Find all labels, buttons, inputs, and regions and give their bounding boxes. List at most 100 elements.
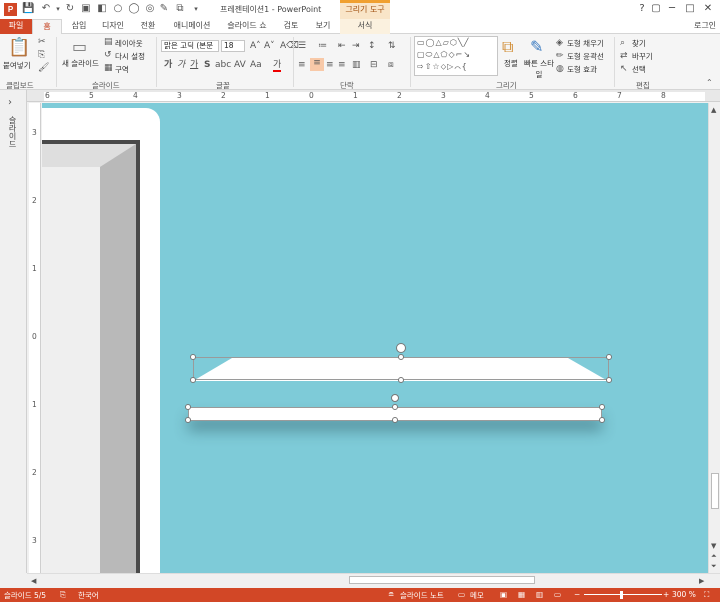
scroll-right-icon[interactable]: ▶ (699, 576, 704, 586)
replace-button-label[interactable]: 바꾸기 (632, 51, 653, 62)
vertical-scroll-thumb[interactable] (711, 473, 719, 509)
resize-handle[interactable] (185, 417, 191, 423)
underline-icon[interactable]: 가 (190, 60, 198, 70)
change-case-icon[interactable]: Aa (250, 60, 262, 70)
shape-outline-icon[interactable]: ✏ (556, 51, 564, 61)
grow-font-icon[interactable]: A˄ (250, 41, 261, 51)
resize-handle[interactable] (599, 417, 605, 423)
circle-quick-icon[interactable]: ◯ (128, 3, 140, 15)
resize-handle[interactable] (190, 377, 196, 383)
close-icon[interactable]: ✕ (700, 2, 716, 16)
zoom-in-icon[interactable]: + (663, 590, 669, 599)
zoom-level[interactable]: 300 % (672, 590, 696, 599)
touch-mode-icon[interactable]: ◧ (96, 3, 108, 15)
shapes-quick-icon[interactable]: ○ (112, 3, 124, 15)
decrease-indent-icon[interactable]: ⇤ (338, 41, 346, 51)
slide-canvas[interactable] (42, 103, 708, 573)
horizontal-scrollbar[interactable]: ◀ ▶ (27, 573, 720, 586)
resize-handle[interactable] (606, 377, 612, 383)
collapse-ribbon-icon[interactable]: ⌃ (706, 78, 713, 88)
layout-button-label[interactable]: 레이아웃 (115, 38, 143, 49)
align-right-icon[interactable]: ≡ (326, 60, 334, 70)
redo-icon[interactable]: ↻ (64, 3, 76, 15)
slide-sorter-icon[interactable]: ▦ (518, 590, 525, 599)
resize-handle[interactable] (398, 377, 404, 383)
group-icon[interactable]: ⧉ (174, 3, 186, 15)
text-shadow-icon[interactable]: S (204, 60, 210, 70)
font-size-combo[interactable]: 18 (221, 40, 245, 52)
customize-qat-icon[interactable]: ▾ (190, 3, 202, 15)
shapes-gallery[interactable]: ▭◯△▱⬡╲╱ ▢⬭△⬠◇⌐↘ ⇨⇧☆⬦▷⌒{ (414, 36, 498, 76)
rotate-handle-icon[interactable] (391, 394, 399, 402)
next-slide-icon[interactable]: ⏷ (711, 561, 717, 571)
new-slide-icon[interactable]: ▭ (72, 38, 87, 56)
resize-handle[interactable] (392, 417, 398, 423)
previous-slide-icon[interactable]: ⏶ (711, 551, 717, 561)
shape-effects-icon[interactable]: ◍ (556, 64, 564, 74)
font-name-combo[interactable]: 맑은 고딕 (본문 (161, 40, 219, 52)
bullets-icon[interactable]: ☰ (298, 41, 306, 51)
normal-view-icon[interactable]: ▣ (500, 590, 507, 599)
ribbon-display-icon[interactable]: ▢ (648, 2, 664, 16)
numbering-icon[interactable]: ≔ (318, 41, 327, 51)
arrange-button-label[interactable]: 정렬 (504, 58, 518, 69)
scroll-left-icon[interactable]: ◀ (31, 576, 36, 586)
justify-icon[interactable]: ≡ (338, 60, 346, 70)
spell-check-icon[interactable]: ⎘ (60, 590, 66, 600)
font-color-icon[interactable]: 가 (273, 60, 282, 72)
scroll-up-icon[interactable]: ▲ (711, 105, 716, 115)
resize-handle[interactable] (185, 404, 191, 410)
paste-icon[interactable]: 📋 (8, 38, 30, 58)
align-center-icon[interactable]: ≡ (310, 58, 324, 71)
smartart-icon[interactable]: ⧈ (388, 60, 394, 70)
paste-button-label[interactable]: 붙여넣기 (3, 60, 31, 71)
clear-formatting-icon[interactable]: A⌫ (280, 41, 299, 51)
select-icon[interactable]: ↖ (620, 64, 628, 74)
shrink-font-icon[interactable]: A˅ (264, 41, 275, 51)
align-text-icon[interactable]: ⊟ (370, 60, 378, 70)
resize-handle[interactable] (398, 354, 404, 360)
layout-icon[interactable]: ▤ (104, 37, 113, 47)
format-painter-icon[interactable]: 🖌 (38, 63, 49, 73)
resize-handle[interactable] (606, 354, 612, 360)
line-spacing-icon[interactable]: ↕ (368, 41, 376, 51)
find-button-label[interactable]: 찾기 (632, 38, 646, 49)
notes-icon[interactable]: ≘ (388, 590, 394, 599)
language-indicator[interactable]: 한국어 (78, 590, 99, 601)
zoom-slider-thumb[interactable] (620, 591, 623, 599)
expand-pane-icon[interactable]: › (8, 98, 12, 108)
start-from-beginning-icon[interactable]: ▣ (80, 3, 92, 15)
tab-review[interactable]: 검토 (278, 19, 304, 34)
tab-slideshow[interactable]: 슬라이드 쇼 (222, 19, 272, 34)
shape-fill-icon[interactable]: ◈ (556, 38, 563, 48)
section-icon[interactable]: ▦ (104, 63, 113, 73)
slideshow-view-icon[interactable]: ▭ (554, 590, 561, 599)
fit-to-window-icon[interactable]: ⛶ (704, 590, 709, 600)
italic-icon[interactable]: 가 (177, 60, 185, 70)
bold-icon[interactable]: 가 (164, 60, 172, 70)
reset-button-label[interactable]: 다시 설정 (115, 51, 145, 62)
object-quick-icon[interactable]: ◎ (144, 3, 156, 15)
rotate-handle-icon[interactable] (396, 343, 406, 353)
zoom-slider[interactable] (584, 594, 662, 595)
increase-indent-icon[interactable]: ⇥ (352, 41, 360, 51)
resize-handle[interactable] (599, 404, 605, 410)
horizontal-scroll-thumb[interactable] (349, 576, 535, 584)
door-frame-shape[interactable] (42, 103, 172, 573)
login-link[interactable]: 로그인 (690, 19, 720, 34)
tab-file[interactable]: 파일 (0, 19, 32, 34)
scroll-down-icon[interactable]: ▼ (711, 541, 716, 551)
minimize-icon[interactable]: ─ (664, 2, 680, 16)
vertical-scrollbar[interactable]: ▲ ▼ ⏶ ⏷ (708, 103, 720, 573)
resize-handle[interactable] (190, 354, 196, 360)
reset-icon[interactable]: ↺ (104, 50, 112, 60)
undo-icon[interactable]: ↶ (40, 3, 52, 15)
text-direction-icon[interactable]: ⇅ (388, 41, 396, 51)
undo-dropdown-icon[interactable]: ▾ (52, 3, 64, 15)
comments-icon[interactable]: ▭ (458, 590, 465, 599)
resize-handle[interactable] (392, 404, 398, 410)
shape-outline-button-label[interactable]: 도형 윤곽선 (567, 51, 604, 62)
pen-icon[interactable]: ✎ (158, 3, 170, 15)
comments-button[interactable]: 메모 (470, 590, 484, 601)
new-slide-button-label[interactable]: 새 슬라이드 (62, 58, 99, 69)
